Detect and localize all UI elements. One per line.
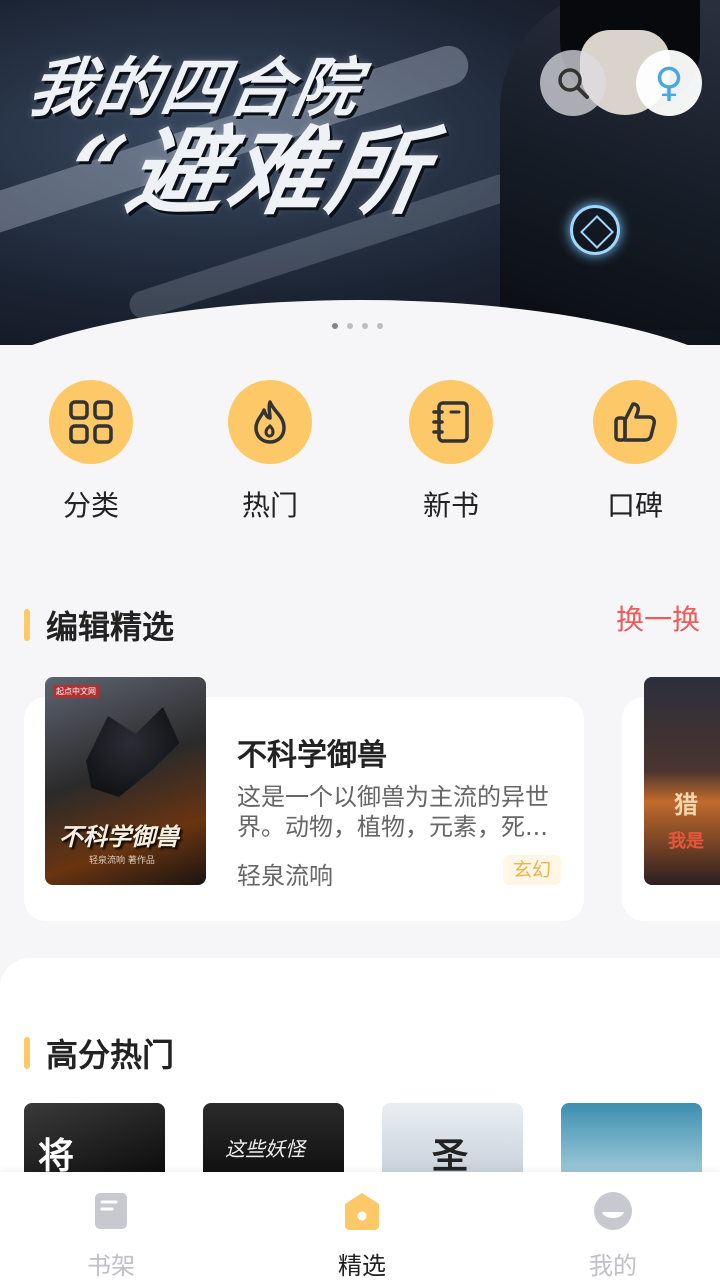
magic-sigil-icon bbox=[570, 205, 620, 255]
cover-title: 圣 bbox=[432, 1135, 469, 1173]
section-header-hot: 高分热门 bbox=[24, 1030, 174, 1076]
cover-title: 这些妖怪 bbox=[225, 1137, 305, 1161]
pagination-dot bbox=[347, 323, 353, 329]
hot-book-cover[interactable]: 这些妖怪 bbox=[203, 1103, 344, 1173]
banner-title: 我的四合院 “避难所 bbox=[23, 51, 439, 228]
female-symbol-icon: ♀ bbox=[654, 60, 684, 106]
cover-author: 轻泉流响 著作品 bbox=[89, 856, 155, 866]
notebook-icon bbox=[432, 401, 469, 443]
pagination-dot bbox=[362, 323, 368, 329]
section-accent-bar bbox=[24, 1037, 30, 1069]
category-hot[interactable]: 热门 bbox=[210, 380, 330, 524]
cover-title: 猎 bbox=[674, 791, 698, 819]
hot-book-cover[interactable] bbox=[561, 1103, 702, 1173]
banner-pagination bbox=[332, 323, 383, 329]
banner-character bbox=[500, 0, 720, 330]
banner-title-line1: 我的四合院 bbox=[23, 51, 367, 126]
search-button[interactable] bbox=[540, 50, 606, 116]
grid-icon bbox=[69, 400, 113, 444]
bottom-navigation: 书架 精选 我的 bbox=[0, 1172, 720, 1280]
hot-book-cover[interactable]: 圣 bbox=[382, 1103, 523, 1173]
genre-tag: 玄幻 bbox=[503, 855, 562, 885]
pagination-dot bbox=[332, 323, 338, 329]
cover-subtitle: 我是 bbox=[668, 831, 704, 852]
category-label: 分类 bbox=[62, 489, 119, 522]
category-row: 分类 热门 新书 口碑 bbox=[0, 380, 720, 522]
book-cover-next[interactable]: 猎 我是 bbox=[644, 677, 720, 885]
section-accent-bar bbox=[24, 609, 30, 641]
thumbs-up-icon bbox=[614, 402, 656, 442]
category-label: 口碑 bbox=[606, 489, 663, 522]
flame-icon bbox=[254, 400, 286, 444]
book-cover[interactable]: 起点中文网 不科学御兽 轻泉流响 著作品 bbox=[45, 677, 206, 885]
section-title: 编辑精选 bbox=[46, 608, 175, 646]
nav-featured[interactable]: 精选 bbox=[302, 1190, 422, 1280]
bookshelf-icon bbox=[95, 1193, 127, 1229]
book-title[interactable]: 不科学御兽 bbox=[237, 730, 387, 774]
cover-title: 将 bbox=[38, 1135, 75, 1173]
nav-label: 精选 bbox=[338, 1252, 386, 1280]
section-header-editor-picks: 编辑精选 bbox=[24, 602, 174, 648]
nav-bookshelf[interactable]: 书架 bbox=[51, 1190, 171, 1280]
search-icon bbox=[558, 68, 589, 99]
featured-home-icon bbox=[345, 1193, 379, 1230]
nav-label: 书架 bbox=[87, 1252, 135, 1280]
pagination-dot bbox=[377, 323, 383, 329]
nav-label: 我的 bbox=[589, 1252, 637, 1280]
cover-title: 不科学御兽 bbox=[59, 823, 179, 851]
book-author: 轻泉流响 bbox=[237, 862, 333, 890]
gender-toggle-button[interactable]: ♀ bbox=[636, 50, 702, 116]
hot-book-cover[interactable]: 将 bbox=[24, 1103, 165, 1173]
nav-profile[interactable]: 我的 bbox=[553, 1190, 673, 1280]
category-classify[interactable]: 分类 bbox=[31, 380, 151, 524]
profile-icon bbox=[594, 1192, 632, 1230]
hero-banner[interactable]: 我的四合院 “避难所 bbox=[0, 0, 720, 345]
banner-title-line2: “避难所 bbox=[60, 115, 440, 229]
category-label: 热门 bbox=[241, 489, 298, 522]
refresh-button[interactable]: 换一换 bbox=[616, 598, 700, 638]
cover-dragon-art bbox=[86, 707, 180, 797]
category-new[interactable]: 新书 bbox=[391, 380, 511, 524]
category-reputation[interactable]: 口碑 bbox=[575, 380, 695, 524]
cover-publisher-badge: 起点中文网 bbox=[53, 685, 99, 698]
book-description: 这是一个以御兽为主流的异世界。动物，植物，元素，死... bbox=[237, 783, 549, 841]
category-label: 新书 bbox=[422, 489, 479, 522]
section-title: 高分热门 bbox=[46, 1036, 175, 1074]
